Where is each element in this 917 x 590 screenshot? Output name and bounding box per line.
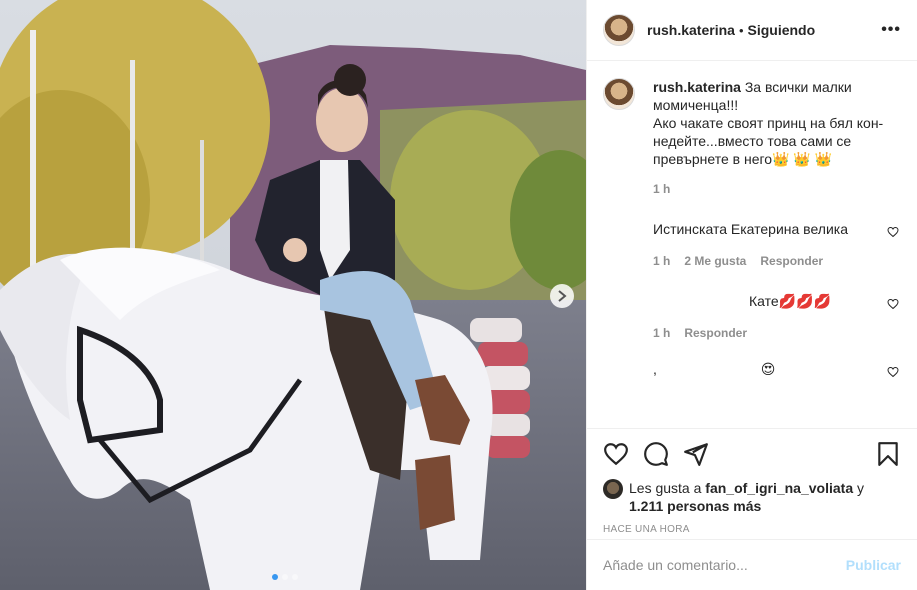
likes-conj: y xyxy=(857,480,864,496)
caption: rush.katerina За всички малки момиченца!… xyxy=(603,78,901,196)
likes-text: Les gusta a fan_of_igri_na_voliata y 1.2… xyxy=(629,479,864,515)
caption-username[interactable]: rush.katerina xyxy=(653,79,741,95)
reply-button[interactable]: Responder xyxy=(760,252,823,270)
add-comment-bar: Publicar xyxy=(587,539,917,590)
comments-list[interactable]: rush.katerina За всички малки момиченца!… xyxy=(603,78,901,428)
comment-item: Кате💋💋💋 1 h Responder xyxy=(653,292,901,342)
avatar[interactable] xyxy=(603,78,635,110)
comment-icon[interactable] xyxy=(643,441,669,467)
reply-button[interactable]: Responder xyxy=(684,324,747,342)
post-photo[interactable] xyxy=(0,0,586,590)
likes-prefix: Les gusta a xyxy=(629,480,702,496)
comment-item: , 😍 xyxy=(653,360,901,378)
comment-text: Кате💋💋💋 xyxy=(749,293,831,309)
follow-status-button[interactable]: Siguiendo xyxy=(748,22,816,38)
post-details-panel: rush.katerina • Siguiendo ••• rush.kater… xyxy=(586,0,917,590)
caption-meta: 1 h xyxy=(653,182,901,196)
comment-like-heart-icon[interactable] xyxy=(887,366,899,378)
header-username[interactable]: rush.katerina xyxy=(647,22,735,38)
publish-button[interactable]: Publicar xyxy=(846,557,901,573)
avatar[interactable] xyxy=(603,479,623,499)
heart-icon[interactable] xyxy=(603,441,629,467)
comment-input[interactable] xyxy=(603,557,846,573)
comment-time[interactable]: 1 h xyxy=(653,324,670,342)
comment-meta: 1 h Responder xyxy=(653,324,901,342)
comment-time[interactable]: 1 h xyxy=(653,252,670,270)
likes-summary: Les gusta a fan_of_igri_na_voliata y 1.2… xyxy=(603,479,901,515)
action-bar xyxy=(603,439,901,469)
carousel-dot xyxy=(282,574,288,580)
likes-user-link[interactable]: fan_of_igri_na_voliata xyxy=(705,480,853,496)
comment-likes-count[interactable]: 2 Me gusta xyxy=(684,252,746,270)
comment-like-heart-icon[interactable] xyxy=(887,226,899,238)
comment-text: Истинската Екатерина велика xyxy=(653,221,848,237)
carousel-dot xyxy=(272,574,278,580)
comment-body: , xyxy=(653,361,657,377)
header-separator: • xyxy=(738,22,744,38)
comment-like-heart-icon[interactable] xyxy=(887,298,899,310)
post-header: rush.katerina • Siguiendo ••• xyxy=(587,0,917,61)
avatar[interactable] xyxy=(603,14,635,46)
more-icon[interactable]: ••• xyxy=(881,21,901,39)
chevron-right-icon xyxy=(558,290,567,302)
post-timestamp[interactable]: HACE UNA HORA xyxy=(603,524,901,535)
comment-item: Истинската Екатерина велика 1 h 2 Me gus… xyxy=(653,220,901,270)
likes-others-link[interactable]: 1.211 personas más xyxy=(629,498,761,514)
horse-rider-image xyxy=(0,0,586,590)
post-actions: Les gusta a fan_of_igri_na_voliata y 1.2… xyxy=(587,428,917,535)
carousel-next-button[interactable] xyxy=(550,284,574,308)
comment-text: , 😍 xyxy=(653,360,901,378)
comment-meta: 1 h 2 Me gusta Responder xyxy=(653,252,901,270)
caption-time[interactable]: 1 h xyxy=(653,182,670,196)
carousel-dot xyxy=(292,574,298,580)
caption-text: rush.katerina За всички малки момиченца!… xyxy=(653,78,901,168)
carousel-indicator xyxy=(272,574,298,580)
bookmark-icon[interactable] xyxy=(875,441,901,467)
comment-emoji: 😍 xyxy=(760,361,776,377)
share-icon[interactable] xyxy=(683,441,709,467)
